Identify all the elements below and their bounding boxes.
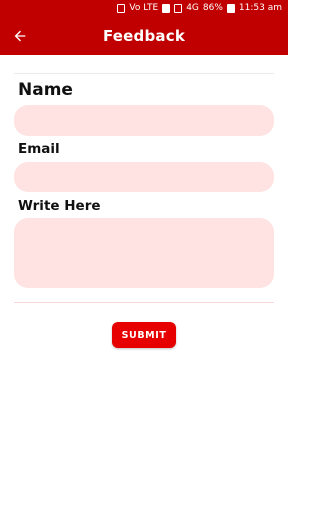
back-button[interactable]	[8, 24, 32, 48]
battery-icon	[226, 4, 235, 13]
clock: 11:53 am	[238, 3, 282, 13]
email-input[interactable]	[14, 162, 274, 192]
submit-button[interactable]: SUBMIT	[112, 322, 176, 348]
signal-icon	[174, 4, 183, 13]
name-label: Name	[18, 80, 73, 100]
status-bar: Vo LTE 4G 86% 11:53 am	[0, 0, 288, 17]
page-title: Feedback	[102, 27, 186, 45]
feedback-textarea[interactable]	[14, 218, 274, 288]
email-label: Email	[18, 141, 60, 157]
name-input[interactable]	[14, 105, 274, 136]
feedback-label: Write Here	[18, 198, 101, 214]
alarm-icon	[117, 4, 126, 13]
bottom-divider	[14, 302, 274, 303]
arrow-left-icon	[14, 30, 26, 42]
app-bar: Feedback	[0, 17, 288, 55]
notification-icon	[162, 4, 171, 13]
top-divider	[14, 73, 274, 74]
network-indicator: Vo LTE	[129, 3, 159, 13]
signal-label: 4G	[186, 3, 199, 13]
battery-level: 86%	[202, 3, 223, 13]
